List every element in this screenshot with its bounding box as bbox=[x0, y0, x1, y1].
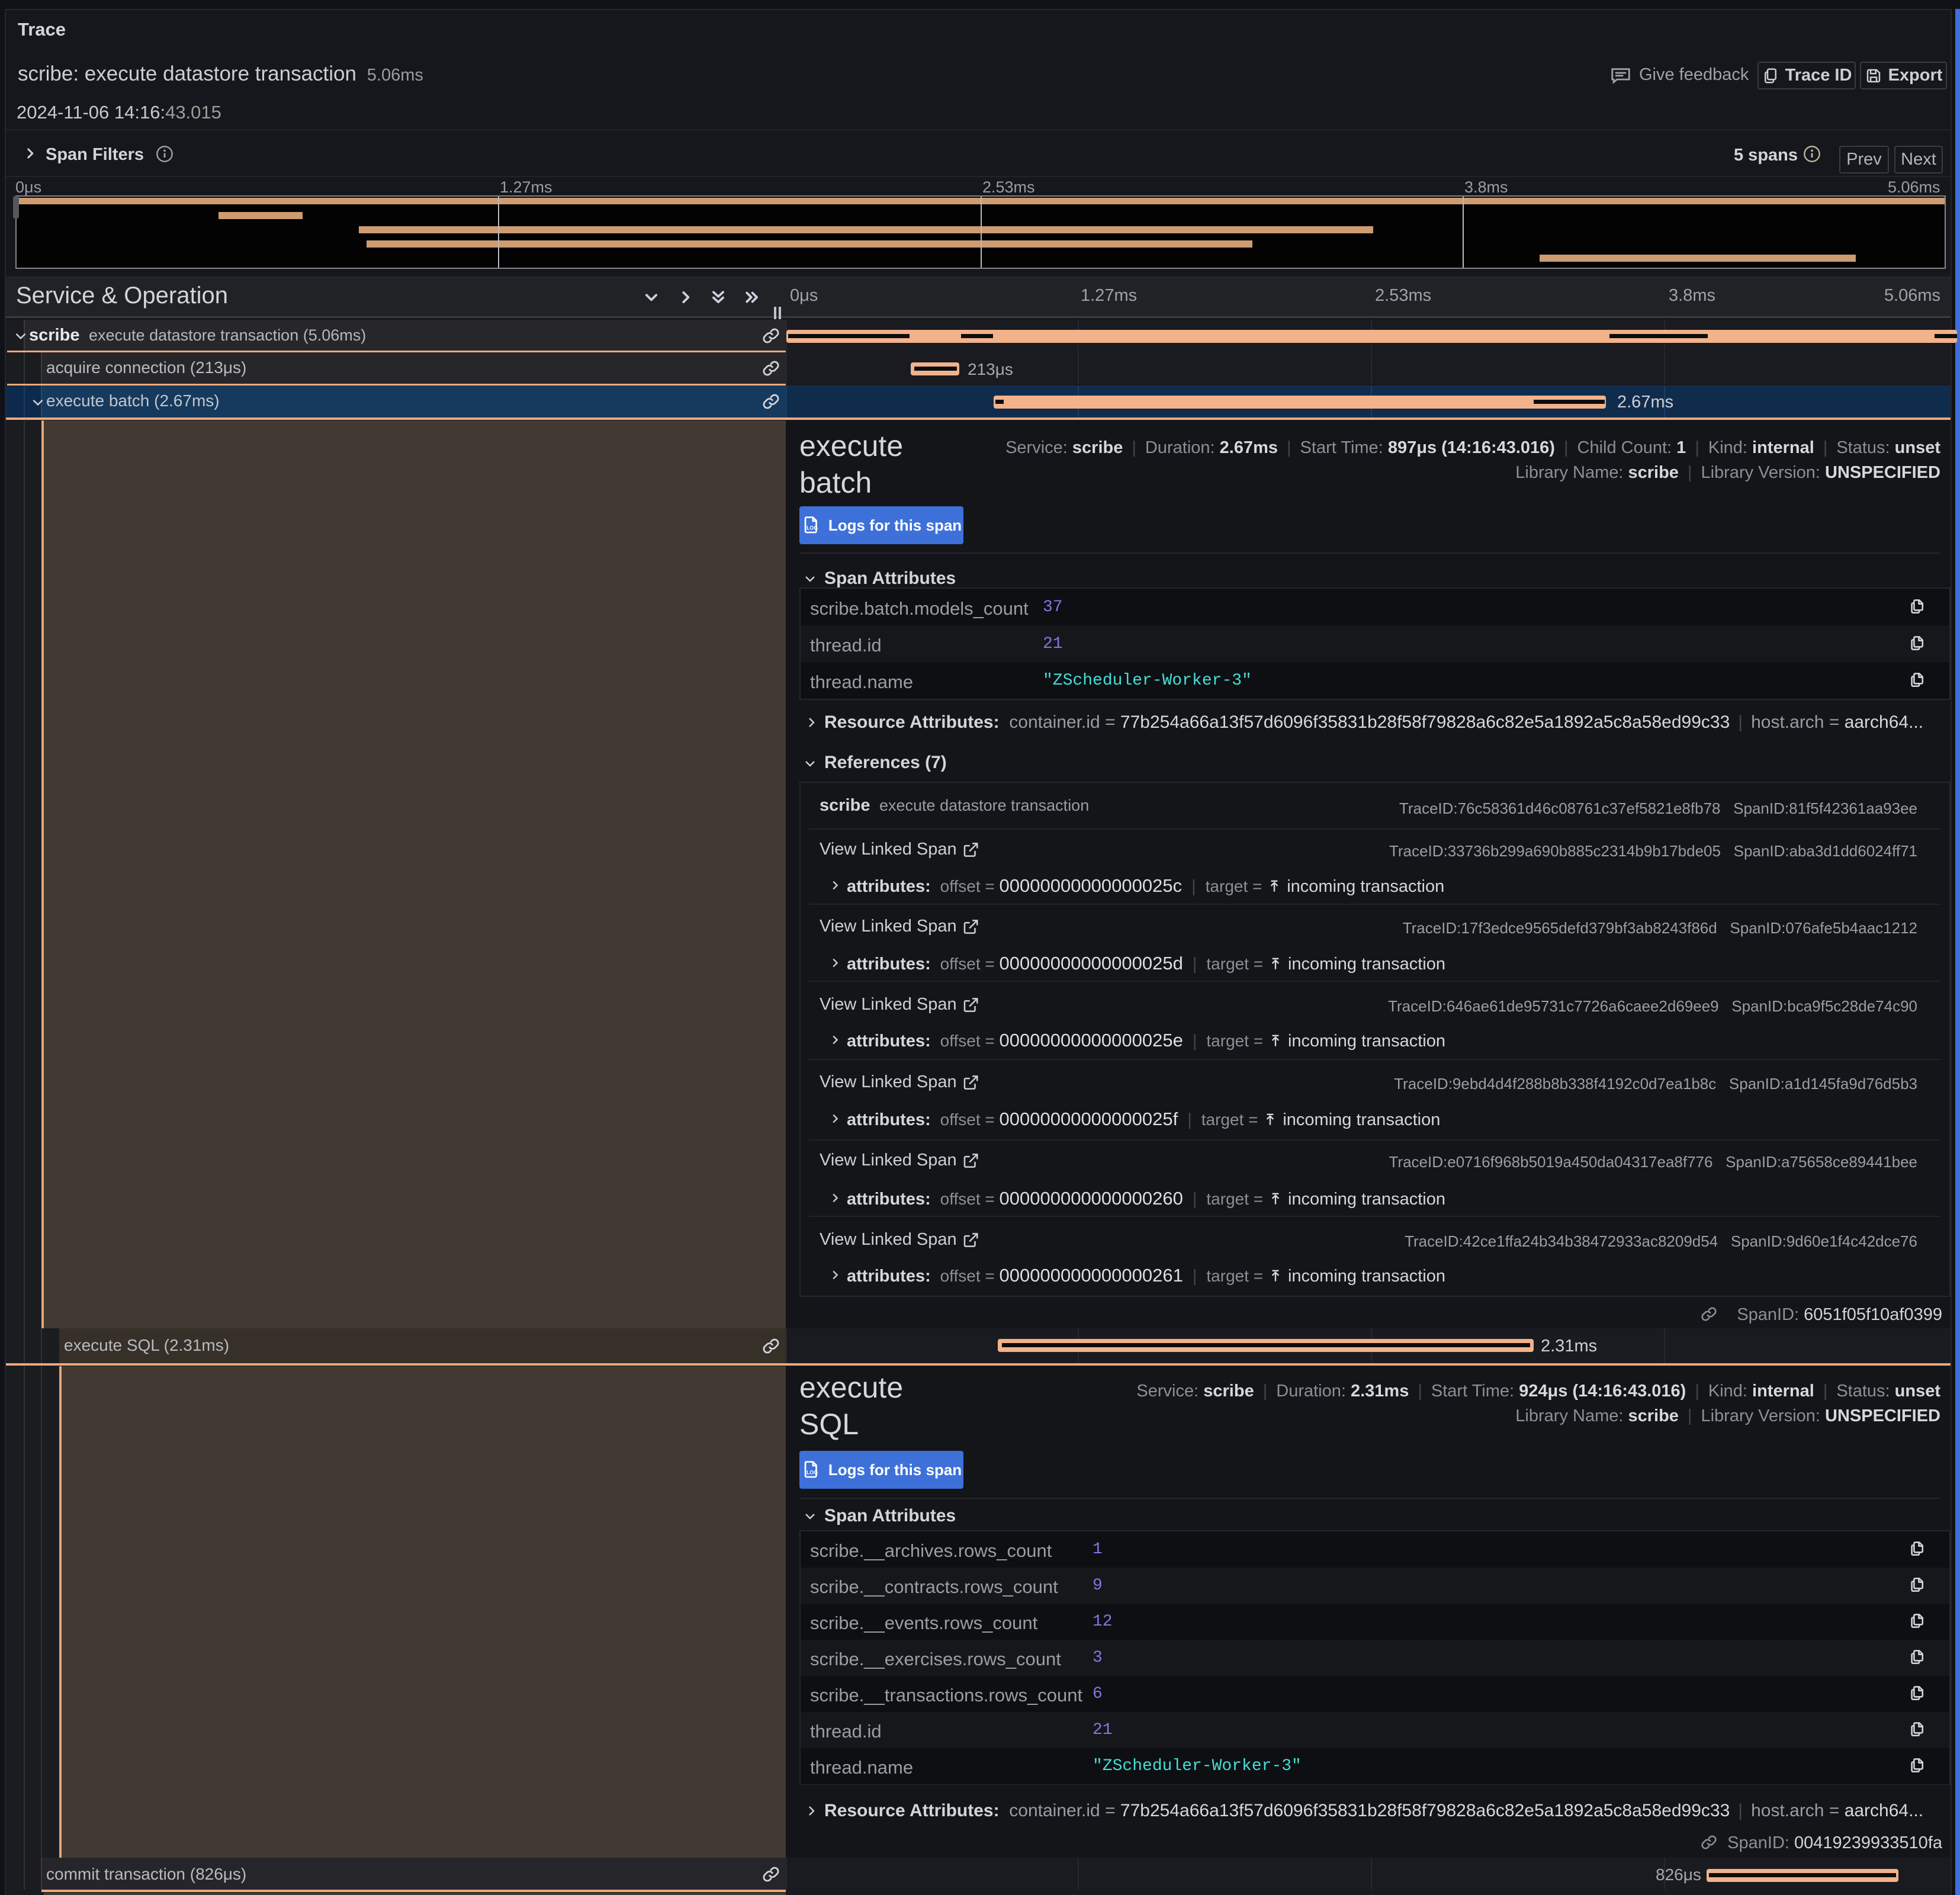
svg-text:LOG: LOG bbox=[807, 525, 818, 531]
svg-text:LOG: LOG bbox=[807, 1470, 818, 1476]
